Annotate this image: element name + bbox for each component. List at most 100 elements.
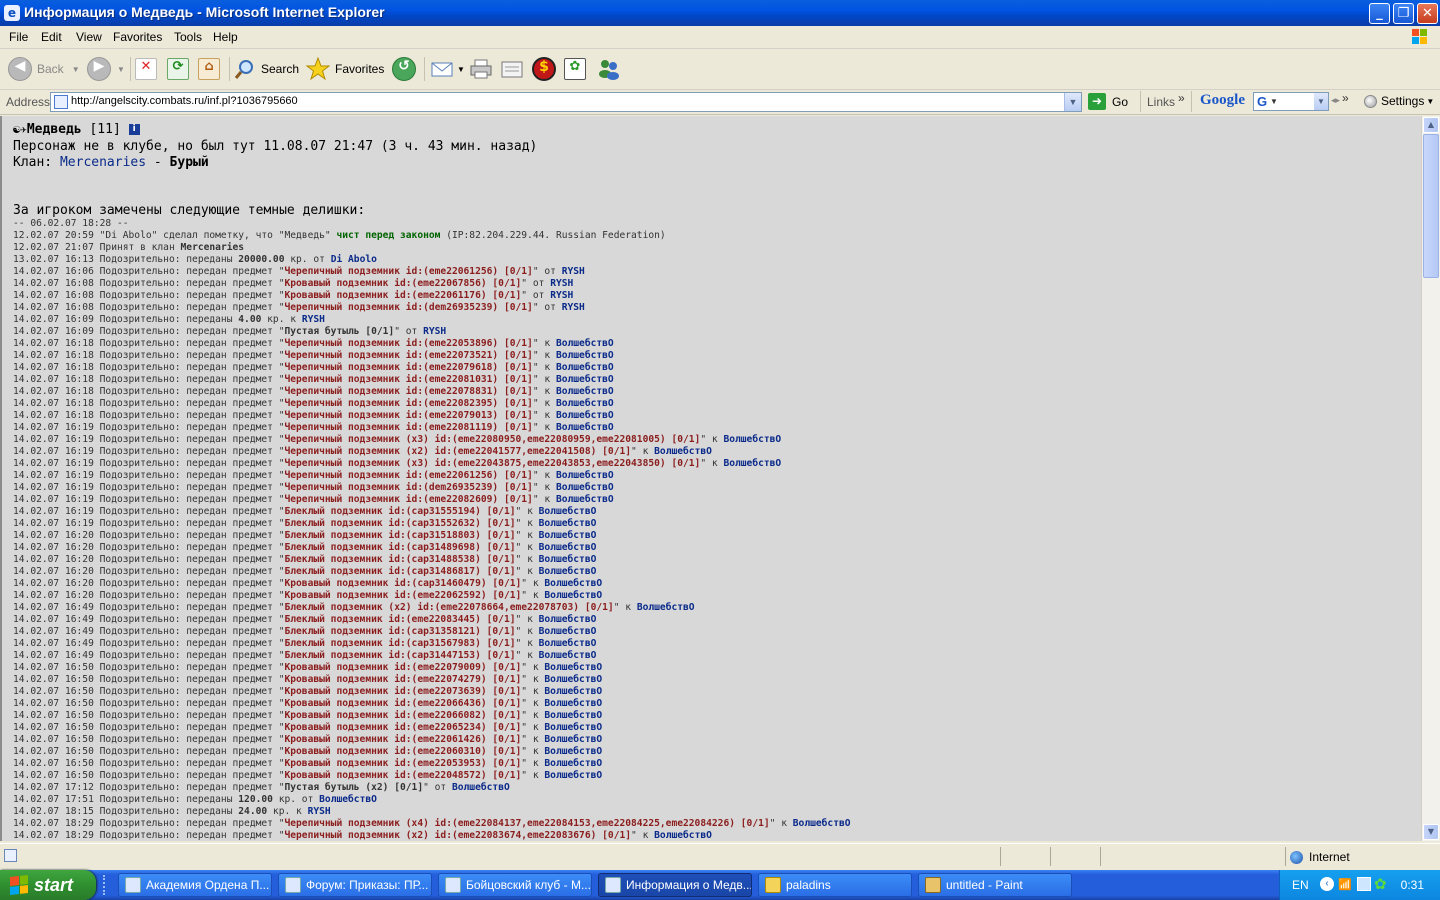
- menu-favorites[interactable]: Favorites: [113, 30, 162, 44]
- user-link[interactable]: ВолшебствО: [637, 602, 695, 613]
- print-button[interactable]: [469, 55, 493, 83]
- search-button[interactable]: Search: [234, 55, 299, 83]
- menu-view[interactable]: View: [76, 30, 102, 44]
- user-link[interactable]: ВолшебствО: [544, 758, 602, 769]
- minimize-button[interactable]: _: [1369, 3, 1390, 24]
- user-link[interactable]: ВолшебствО: [544, 590, 602, 601]
- user-link[interactable]: ВолшебствО: [556, 482, 614, 493]
- user-link[interactable]: ВолшебствО: [556, 338, 614, 349]
- menu-file[interactable]: File: [9, 30, 28, 44]
- close-button[interactable]: ✕: [1417, 3, 1438, 24]
- user-link[interactable]: ВолшебствО: [544, 722, 602, 733]
- links-chevron-icon[interactable]: »: [1178, 91, 1185, 105]
- user-link[interactable]: ВолшебствО: [544, 662, 602, 673]
- user-link[interactable]: ВолшебствО: [544, 770, 602, 781]
- money-button[interactable]: $: [532, 55, 556, 83]
- user-link[interactable]: ВолшебствО: [723, 434, 781, 445]
- user-link[interactable]: ВолшебствО: [556, 422, 614, 433]
- user-link[interactable]: ВолшебствО: [539, 554, 597, 565]
- user-link[interactable]: RYSH: [562, 266, 585, 277]
- menu-tools[interactable]: Tools: [174, 30, 202, 44]
- user-link[interactable]: Di Abolo: [331, 254, 377, 265]
- mail-button[interactable]: ▼: [430, 55, 465, 83]
- user-link[interactable]: ВолшебствО: [556, 386, 614, 397]
- info-icon[interactable]: i: [128, 124, 140, 135]
- icq-tray-icon[interactable]: ✿: [1374, 875, 1387, 893]
- user-link[interactable]: ВолшебствО: [539, 614, 597, 625]
- user-link[interactable]: ВолшебствО: [452, 782, 510, 793]
- user-link[interactable]: RYSH: [550, 278, 573, 289]
- user-link[interactable]: ВолшебствО: [544, 578, 602, 589]
- taskbar-item-paint[interactable]: untitled - Paint: [918, 873, 1072, 897]
- user-link[interactable]: ВолшебствО: [544, 710, 602, 721]
- user-link[interactable]: ВолшебствО: [793, 818, 851, 829]
- edit-button[interactable]: [500, 55, 524, 83]
- user-link[interactable]: RYSH: [562, 302, 585, 313]
- scroll-up-icon[interactable]: ▲: [1423, 117, 1439, 133]
- user-link[interactable]: ВолшебствО: [654, 830, 712, 841]
- links-label[interactable]: Links: [1147, 95, 1175, 109]
- user-link[interactable]: ВолшебствО: [539, 638, 597, 649]
- user-link[interactable]: ВолшебствО: [539, 626, 597, 637]
- user-link[interactable]: ВолшебствО: [544, 734, 602, 745]
- back-button[interactable]: ◀ Back ▼: [8, 55, 80, 83]
- user-link[interactable]: RYSH: [423, 326, 446, 337]
- taskbar-item-academy[interactable]: Академия Ордена П...: [118, 873, 272, 897]
- start-button[interactable]: start: [0, 870, 96, 900]
- restore-button[interactable]: ❐: [1393, 3, 1414, 24]
- go-button[interactable]: ➜ Go: [1088, 93, 1128, 110]
- settings-button[interactable]: Settings ▼: [1364, 94, 1434, 108]
- clan-link[interactable]: Mercenaries: [60, 155, 146, 170]
- refresh-button[interactable]: ⟳: [167, 55, 189, 83]
- tray-chevron-icon[interactable]: ‹: [1320, 877, 1334, 891]
- taskbar-item-info[interactable]: Информация о Медв...: [598, 873, 752, 897]
- user-link[interactable]: ВолшебствО: [539, 566, 597, 577]
- google-search-input[interactable]: G ▼ ▼: [1253, 92, 1329, 111]
- user-link[interactable]: ВолшебствО: [539, 542, 597, 553]
- user-link[interactable]: ВолшебствО: [539, 650, 597, 661]
- google-dropdown-icon[interactable]: ▼: [1314, 93, 1328, 110]
- user-link[interactable]: ВолшебствО: [654, 446, 712, 457]
- monitor-icon[interactable]: [1357, 877, 1371, 891]
- user-link[interactable]: ВолшебствО: [544, 686, 602, 697]
- user-link[interactable]: RYSH: [550, 290, 573, 301]
- user-link[interactable]: ВолшебствО: [544, 746, 602, 757]
- user-link[interactable]: ВолшебствО: [319, 794, 377, 805]
- toolbar-grip-icon[interactable]: ◂▸: [1331, 95, 1340, 106]
- address-input[interactable]: http://angelscity.combats.ru/inf.pl?1036…: [50, 92, 1082, 112]
- icq-button[interactable]: ✿: [564, 55, 586, 83]
- user-link[interactable]: ВолшебствО: [539, 518, 597, 529]
- favorites-button[interactable]: Favorites: [306, 55, 384, 83]
- messenger-button[interactable]: [596, 55, 622, 83]
- address-dropdown-icon[interactable]: ▼: [1064, 93, 1081, 111]
- language-indicator[interactable]: EN: [1292, 878, 1309, 892]
- menu-help[interactable]: Help: [213, 30, 238, 44]
- user-link[interactable]: RYSH: [302, 314, 325, 325]
- taskbar-item-fight-club[interactable]: Бойцовский клуб - М...: [438, 873, 592, 897]
- user-link[interactable]: ВолшебствО: [539, 530, 597, 541]
- user-link[interactable]: ВолшебствО: [544, 698, 602, 709]
- address-url[interactable]: http://angelscity.combats.ru/inf.pl?1036…: [71, 95, 298, 107]
- network-icon[interactable]: 📶: [1338, 878, 1352, 891]
- user-link[interactable]: ВолшебствО: [544, 674, 602, 685]
- forward-button[interactable]: ▶ ▼: [87, 55, 125, 83]
- scroll-down-icon[interactable]: ▼: [1423, 824, 1439, 840]
- menu-edit[interactable]: Edit: [41, 30, 62, 44]
- user-link[interactable]: ВолшебствО: [539, 506, 597, 517]
- user-link[interactable]: ВолшебствО: [556, 362, 614, 373]
- vertical-scrollbar[interactable]: ▲ ▼: [1421, 116, 1440, 841]
- history-button[interactable]: ↺: [392, 55, 416, 83]
- scroll-thumb[interactable]: [1423, 134, 1439, 278]
- google-chevron-icon[interactable]: »: [1342, 91, 1349, 105]
- home-button[interactable]: ⌂: [198, 55, 220, 83]
- taskbar-item-forum[interactable]: Форум: Приказы: ПР...: [278, 873, 432, 897]
- user-link[interactable]: ВолшебствО: [556, 470, 614, 481]
- user-link[interactable]: ВолшебствО: [556, 374, 614, 385]
- user-link[interactable]: ВолшебствО: [556, 398, 614, 409]
- taskbar-item-paladins[interactable]: paladins: [758, 873, 912, 897]
- stop-button[interactable]: ✕: [135, 55, 157, 83]
- user-link[interactable]: ВолшебствО: [556, 410, 614, 421]
- user-link[interactable]: ВолшебствО: [556, 494, 614, 505]
- user-link[interactable]: ВолшебствО: [723, 458, 781, 469]
- user-link[interactable]: RYSH: [308, 806, 331, 817]
